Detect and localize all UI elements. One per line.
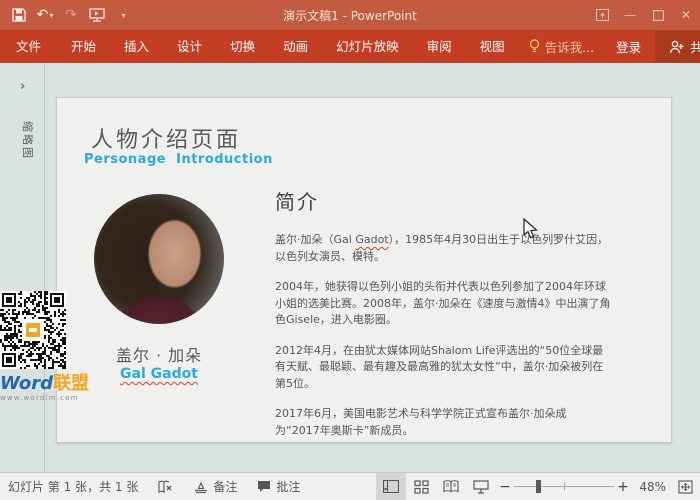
zoom-percentage[interactable]: 48% [632, 480, 672, 494]
ribbon-tab-row: 文件 开始 插入 设计 切换 动画 幻灯片放映 审阅 视图 告诉我... 登录 … [0, 30, 700, 63]
lightbulb-icon [529, 39, 540, 54]
slide-title[interactable]: 人物介绍页面 [91, 122, 241, 154]
person-plus-icon [669, 40, 684, 54]
fit-slide-to-window-button[interactable] [672, 473, 698, 500]
qat-caret-icon: ▾ [121, 11, 125, 20]
thumbnail-pane-label: 缩略图 [20, 121, 36, 151]
misspelled-word: Gadot [355, 233, 388, 246]
tab-review[interactable]: 审阅 [413, 30, 466, 63]
zoom-out-button[interactable]: − [496, 479, 514, 495]
section-heading[interactable]: 简介 [275, 186, 319, 215]
workspace: › 缩略图 人物介绍页面 Personage Introduction 盖尔 ·… [0, 63, 700, 472]
slide-counter: 幻灯片 第 1 张，共 1 张 [0, 478, 148, 495]
tab-insert[interactable]: 插入 [110, 30, 163, 63]
portrait-photo[interactable] [94, 194, 224, 324]
expand-pane-chevron-icon[interactable]: › [20, 79, 25, 94]
bio-paragraph: 2017年6月，美国电影艺术与科学学院正式宣布盖尔·加朵成为“2017年奥斯卡”… [275, 406, 611, 439]
maximize-button[interactable] [644, 0, 672, 30]
bio-paragraph: 2012年4月，在由犹太媒体网站Shalom Life评选出的“50位全球最有天… [275, 343, 611, 393]
undo-icon: ↶ [37, 7, 49, 23]
watermark: Word联盟 www.wordlm.com [0, 291, 70, 402]
reading-view-icon [443, 480, 459, 493]
qr-code [0, 291, 66, 369]
bio-paragraph: 2004年，她获得以色列小姐的头衔并代表以色列参加了2004年环球小姐的选美比赛… [275, 279, 611, 329]
slideshow-view-button[interactable] [466, 473, 496, 500]
tab-animations[interactable]: 动画 [269, 30, 322, 63]
ribbon-display-options-button[interactable] [588, 0, 616, 30]
undo-caret-icon[interactable]: ▾ [49, 11, 53, 20]
start-slideshow-button[interactable] [86, 3, 108, 27]
slideshow-icon [473, 480, 489, 494]
tab-design[interactable]: 设计 [163, 30, 216, 63]
proofing-error-icon [158, 480, 174, 494]
bio-text-box[interactable]: 盖尔·加朵（Gal Gadot），1985年4月30日出生于以色列罗什艾因，以色… [275, 232, 611, 453]
tell-me-box[interactable]: 告诉我... [519, 37, 604, 56]
slide-canvas[interactable]: 人物介绍页面 Personage Introduction 盖尔 · 加朵 Ga… [56, 97, 672, 443]
bio-paragraph: 盖尔·加朵（Gal Gadot），1985年4月30日出生于以色列罗什艾因，以色… [275, 232, 611, 265]
person-name-chinese[interactable]: 盖尔 · 加朵 [94, 342, 224, 366]
slide-subtitle[interactable]: Personage Introduction [84, 152, 273, 167]
notes-button[interactable]: 备注 [184, 473, 247, 500]
redo-icon: ↷ [65, 7, 77, 23]
sign-in-button[interactable]: 登录 [604, 37, 653, 56]
comments-button[interactable]: 批注 [247, 473, 310, 500]
watermark-url: www.wordlm.com [0, 394, 70, 402]
zoom-slider-handle[interactable] [536, 480, 541, 493]
notes-label: 备注 [213, 478, 237, 495]
title-bar: ↶▾ ↷ ▾ 演示文稿1 - PowerPoint — ✕ [0, 0, 700, 30]
powerpoint-window: ↶▾ ↷ ▾ 演示文稿1 - PowerPoint — ✕ 文件 开始 插入 设… [0, 0, 700, 500]
quick-access-toolbar: ↶▾ ↷ ▾ [0, 3, 134, 27]
save-icon[interactable] [8, 3, 30, 27]
normal-view-button[interactable] [376, 473, 406, 500]
status-bar: 幻灯片 第 1 张，共 1 张 备注 批注 [0, 472, 700, 500]
comments-label: 批注 [276, 478, 300, 495]
tab-transitions[interactable]: 切换 [216, 30, 269, 63]
window-controls: — ✕ [588, 0, 700, 30]
tab-slideshow[interactable]: 幻灯片放映 [322, 30, 413, 63]
person-name-english[interactable]: Gal Gadot [94, 366, 224, 382]
normal-view-icon [383, 480, 399, 493]
reading-view-button[interactable] [436, 473, 466, 500]
customize-qat-button[interactable]: ▾ [112, 3, 134, 27]
slide-sorter-icon [414, 480, 429, 494]
fit-window-icon [678, 480, 693, 494]
zoom-in-button[interactable]: + [614, 479, 632, 495]
share-label: 共享 [690, 37, 700, 56]
comment-icon [257, 480, 271, 493]
thumbnail-pane-collapsed[interactable]: › 缩略图 [0, 63, 45, 472]
tab-view[interactable]: 视图 [466, 30, 519, 63]
notes-icon [194, 481, 208, 493]
undo-button[interactable]: ↶▾ [34, 3, 56, 27]
tell-me-label: 告诉我... [545, 37, 594, 56]
close-button[interactable]: ✕ [672, 0, 700, 30]
tab-home[interactable]: 开始 [57, 30, 110, 63]
slide-sorter-view-button[interactable] [406, 473, 436, 500]
zoom-slider[interactable] [514, 473, 614, 500]
spell-check-status-button[interactable] [148, 473, 184, 500]
redo-button-disabled: ↷ [60, 3, 82, 27]
tab-file[interactable]: 文件 [0, 30, 57, 63]
minimize-button[interactable]: — [616, 0, 644, 30]
share-button[interactable]: 共享 [655, 30, 700, 63]
zoom-center-tick [564, 483, 565, 490]
watermark-logo: Word联盟 [0, 374, 70, 394]
